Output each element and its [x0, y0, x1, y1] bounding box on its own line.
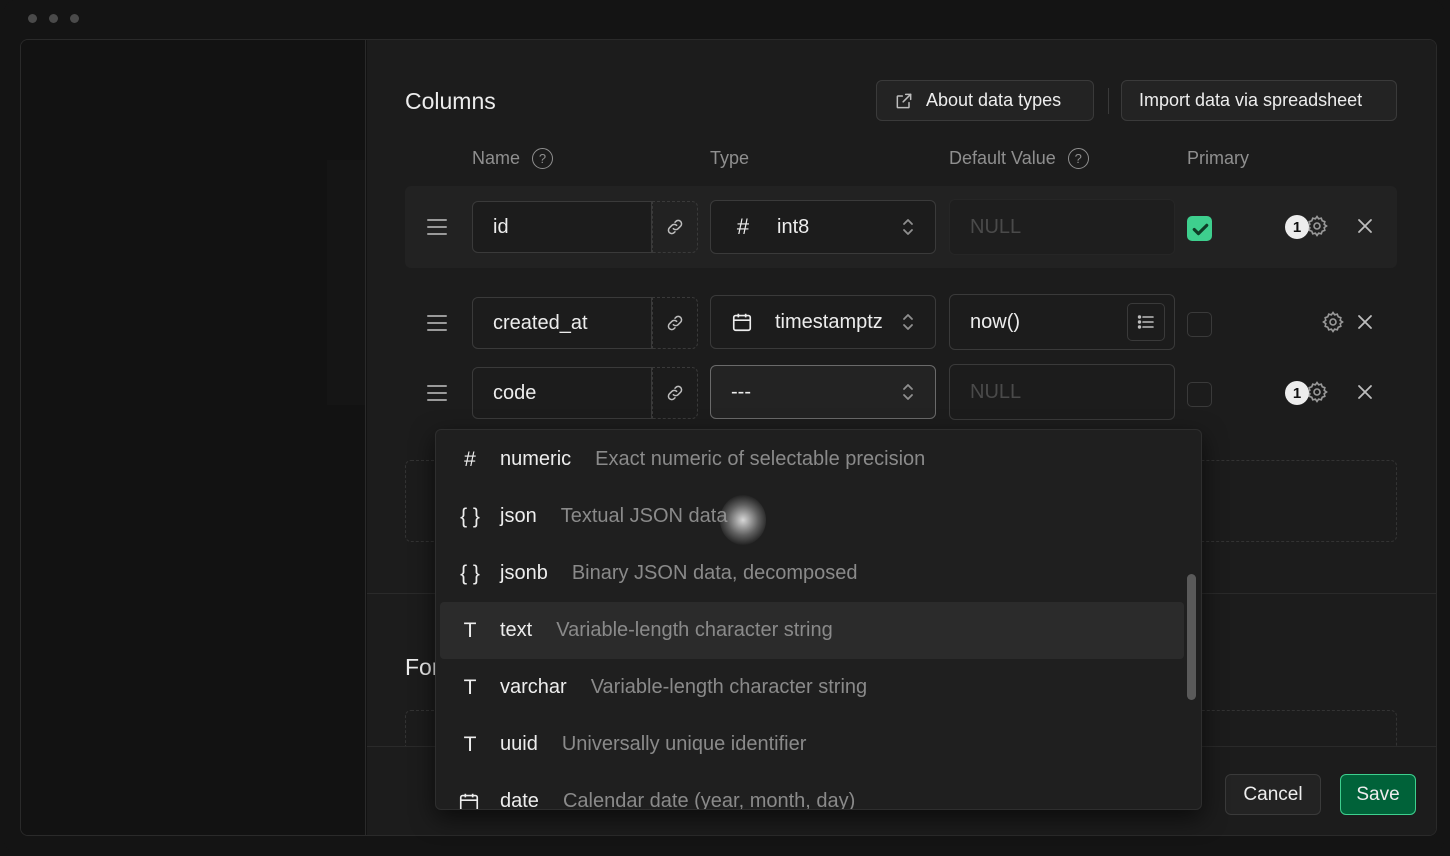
calendar-icon: [459, 793, 479, 809]
type-option-description: Variable-length character string: [556, 619, 833, 641]
default-value-text: now(): [970, 310, 1021, 333]
close-icon[interactable]: [1355, 216, 1375, 236]
help-icon[interactable]: ?: [532, 148, 554, 169]
save-button[interactable]: Save: [1340, 774, 1416, 815]
gear-icon[interactable]: [1321, 310, 1345, 334]
default-value-input[interactable]: NULL: [949, 199, 1175, 255]
dropdown-scrollbar[interactable]: [1187, 574, 1196, 700]
type-option-date[interactable]: date Calendar date (year, month, day): [440, 773, 1184, 810]
default-value-header-label: Default Value: [949, 148, 1056, 168]
window-dot[interactable]: [49, 14, 58, 23]
about-data-types-button[interactable]: About data types: [876, 80, 1094, 121]
column-type-value: ---: [731, 380, 751, 403]
type-dropdown-menu: # numeric Exact numeric of selectable pr…: [435, 429, 1202, 810]
drag-handle-icon[interactable]: [427, 385, 447, 406]
count-badge: 1: [1285, 381, 1309, 405]
type-option-numeric[interactable]: # numeric Exact numeric of selectable pr…: [440, 431, 1184, 488]
foreign-key-link-button[interactable]: [652, 297, 698, 349]
column-type-value: timestamptz: [775, 310, 883, 333]
cancel-button[interactable]: Cancel: [1225, 774, 1321, 815]
default-value-header: Default Value ?: [949, 148, 1089, 169]
type-option-name: uuid: [500, 733, 538, 755]
column-type-select[interactable]: ---: [710, 365, 936, 419]
braces-icon: { }: [460, 504, 480, 528]
type-option-name: varchar: [500, 676, 567, 698]
default-value-placeholder: NULL: [970, 215, 1022, 238]
window-dot[interactable]: [70, 14, 79, 23]
link-icon: [667, 315, 683, 331]
about-data-types-label: About data types: [926, 90, 1062, 110]
import-spreadsheet-label: Import data via spreadsheet: [1139, 90, 1363, 110]
primary-header: Primary: [1187, 148, 1249, 169]
left-panel: [21, 40, 366, 835]
type-option-description: Binary JSON data, decomposed: [571, 562, 858, 584]
list-icon: [1137, 315, 1154, 329]
primary-key-checkbox[interactable]: [1187, 312, 1212, 337]
text-icon: T: [463, 618, 477, 642]
column-type-select[interactable]: timestamptz: [710, 295, 936, 349]
check-icon: [1192, 223, 1209, 236]
primary-key-checkbox[interactable]: [1187, 216, 1212, 241]
type-option-description: Universally unique identifier: [561, 733, 807, 755]
type-option-name: jsonb: [500, 562, 548, 584]
type-option-name: json: [500, 505, 537, 527]
type-option-description: Variable-length character string: [590, 676, 868, 698]
type-option-name: date: [500, 790, 539, 810]
default-value-suggestions-button[interactable]: [1127, 303, 1165, 341]
column-type-select[interactable]: # int8: [710, 200, 936, 254]
type-option-jsonb[interactable]: { } jsonb Binary JSON data, decomposed: [440, 545, 1184, 602]
cursor-highlight: [720, 495, 766, 545]
close-icon[interactable]: [1355, 312, 1375, 332]
foreign-key-link-button[interactable]: [652, 201, 698, 253]
external-link-icon: [896, 93, 912, 108]
text-icon: T: [463, 732, 477, 756]
type-header: Type: [710, 148, 749, 169]
link-icon: [667, 385, 683, 401]
calendar-icon: [732, 313, 752, 332]
chevron-up-down-icon: [903, 314, 913, 330]
type-option-description: Calendar date (year, month, day): [562, 790, 856, 810]
type-option-description: Exact numeric of selectable precision: [595, 448, 926, 470]
chevron-up-down-icon: [903, 219, 913, 235]
column-name-input[interactable]: id: [472, 201, 652, 253]
name-header: Name ?: [472, 148, 554, 169]
text-icon: T: [463, 675, 477, 699]
primary-key-checkbox[interactable]: [1187, 382, 1212, 407]
window-dot[interactable]: [28, 14, 37, 23]
type-option-uuid[interactable]: T uuid Universally unique identifier: [440, 716, 1184, 773]
close-icon[interactable]: [1355, 382, 1375, 402]
braces-icon: { }: [460, 561, 480, 585]
import-spreadsheet-button[interactable]: Import data via spreadsheet: [1121, 80, 1397, 121]
column-type-value: int8: [777, 215, 810, 238]
help-icon[interactable]: ?: [1067, 148, 1089, 169]
count-badge: 1: [1285, 215, 1309, 239]
hash-icon: #: [464, 447, 476, 471]
hash-icon: #: [736, 214, 750, 239]
default-value-placeholder: NULL: [970, 380, 1022, 403]
toolbar-divider: [1108, 88, 1109, 114]
drag-handle-icon[interactable]: [427, 315, 447, 336]
type-option-name: numeric: [500, 448, 572, 470]
type-option-text[interactable]: T text Variable-length character string: [440, 602, 1184, 659]
window-controls: [28, 14, 79, 23]
link-icon: [667, 219, 683, 235]
default-value-input[interactable]: NULL: [949, 364, 1175, 420]
type-option-description: Textual JSON data: [560, 505, 728, 527]
chevron-up-down-icon: [903, 384, 913, 400]
column-name-input[interactable]: created_at: [472, 297, 652, 349]
drag-handle-icon[interactable]: [427, 219, 447, 240]
column-name-input[interactable]: code: [472, 367, 652, 419]
left-panel-inner: [327, 160, 365, 405]
foreign-key-link-button[interactable]: [652, 367, 698, 419]
type-option-name: text: [500, 619, 533, 641]
type-option-varchar[interactable]: T varchar Variable-length character stri…: [440, 659, 1184, 716]
columns-title: Columns: [405, 88, 496, 114]
default-value-input[interactable]: now(): [949, 294, 1175, 350]
name-header-label: Name: [472, 148, 521, 168]
type-header-label: Type: [710, 148, 750, 168]
type-option-json[interactable]: { } json Textual JSON data: [440, 488, 1184, 545]
primary-header-label: Primary: [1187, 148, 1249, 168]
